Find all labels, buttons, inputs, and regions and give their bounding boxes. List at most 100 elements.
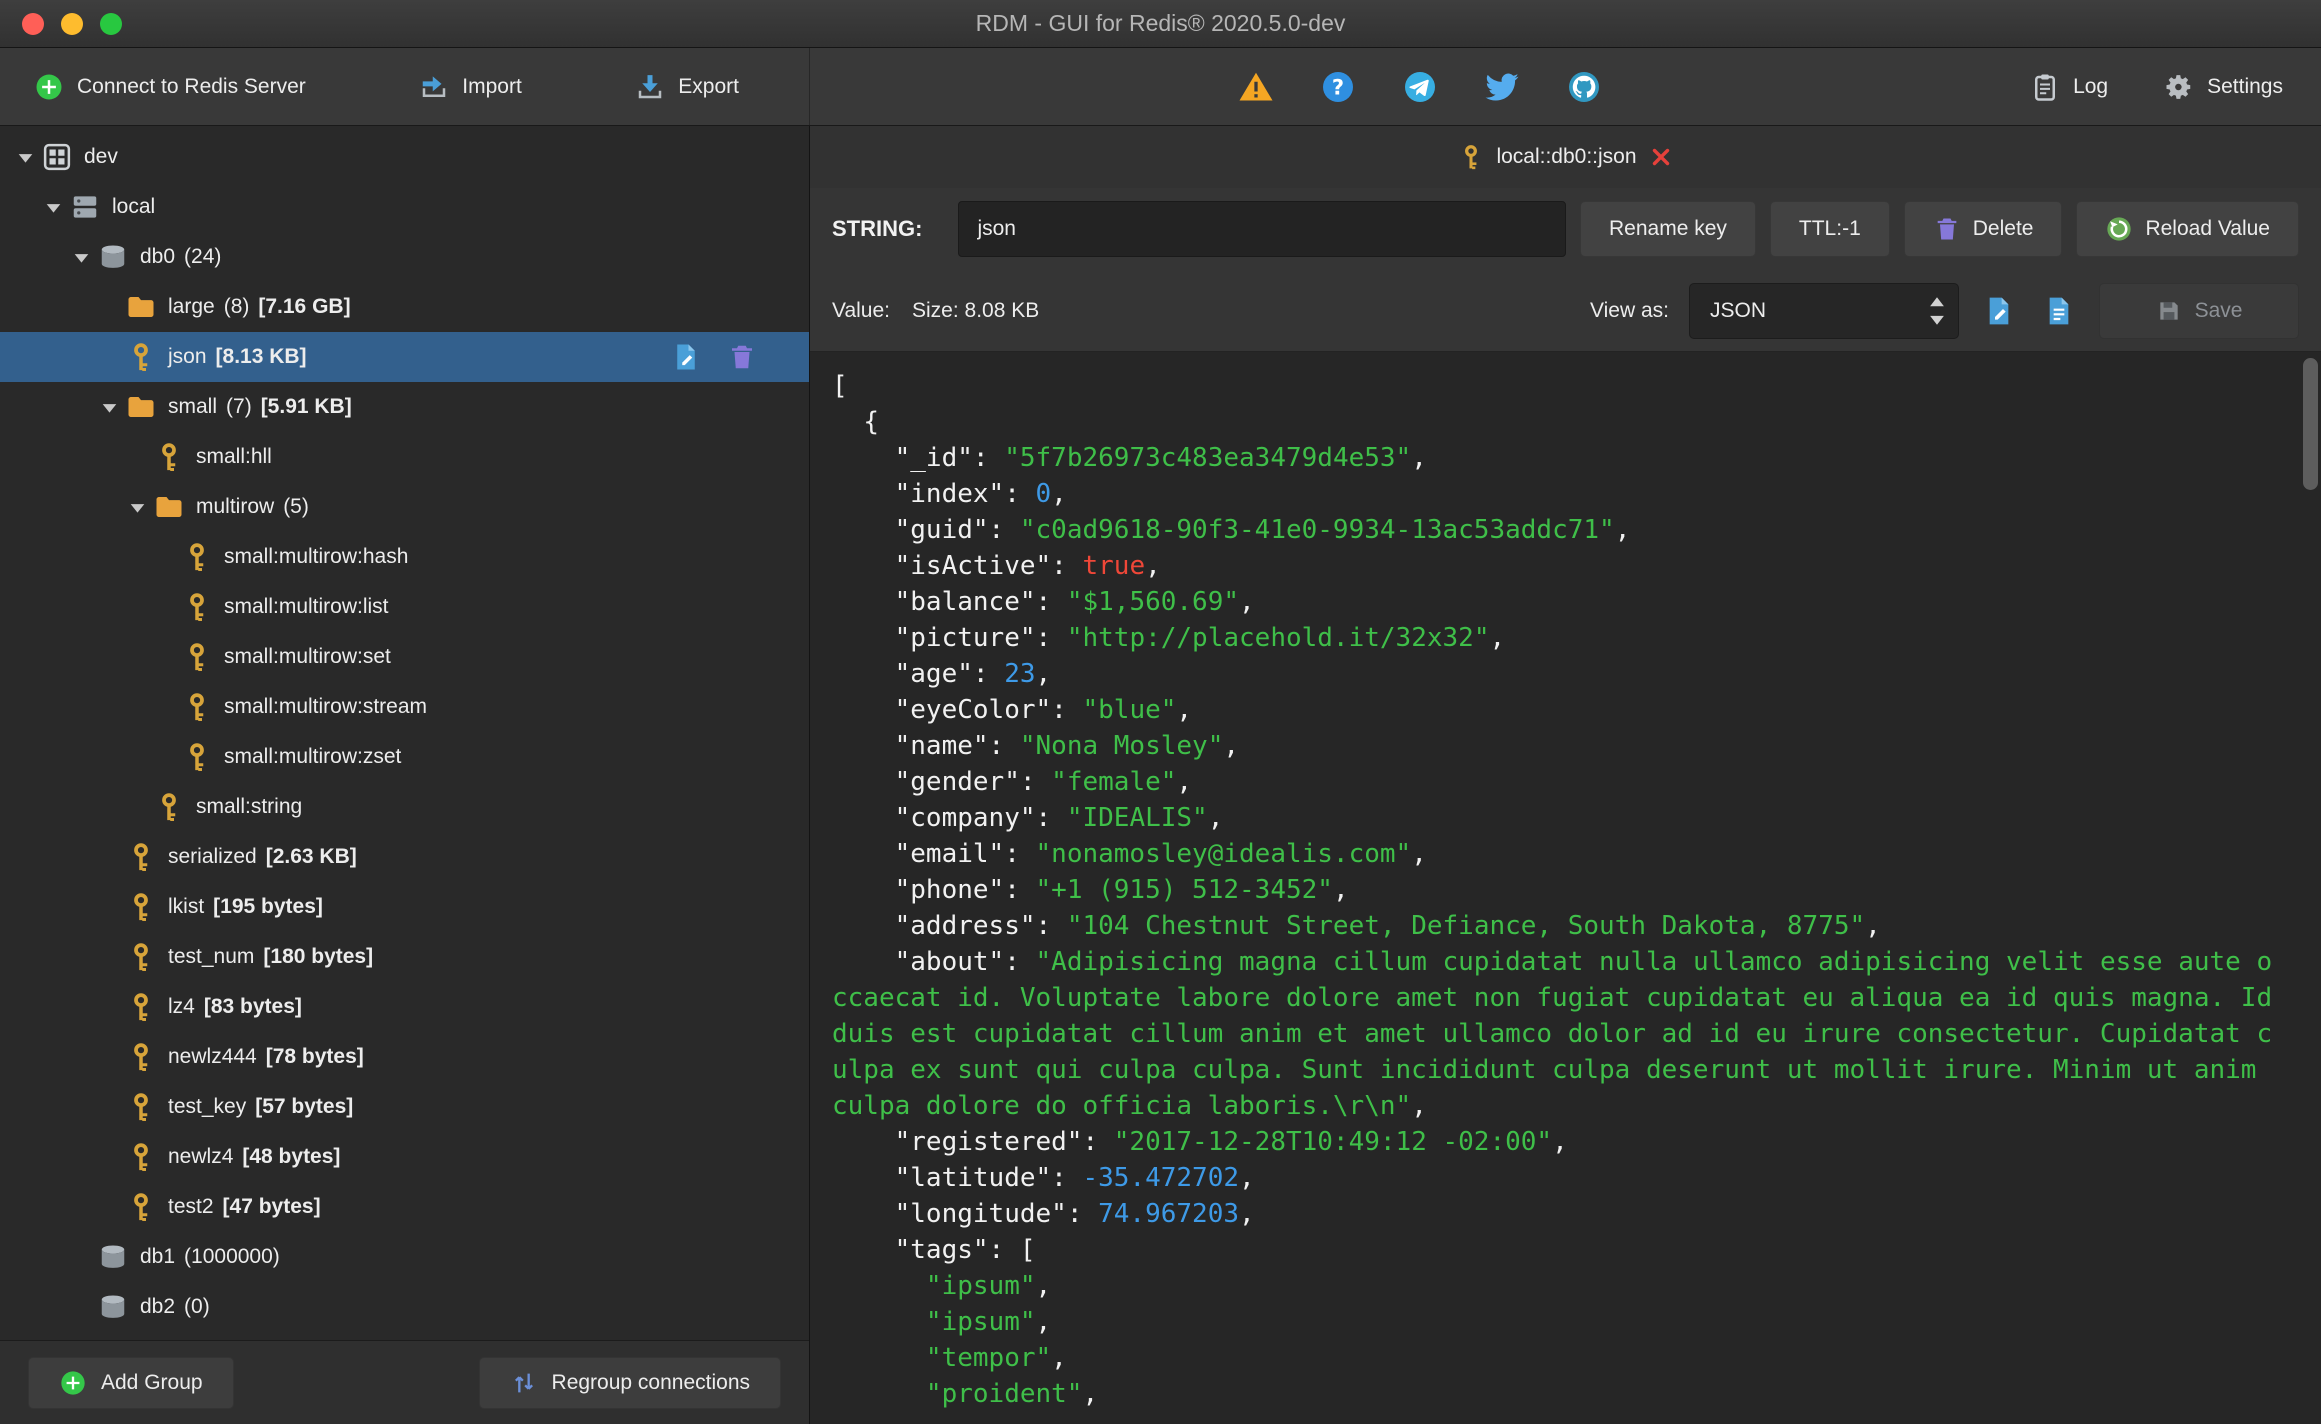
chevron-down-icon[interactable] — [122, 482, 152, 532]
key-icon — [124, 992, 158, 1022]
value-controls: View as: JSON Save — [1590, 282, 2299, 339]
regroup-connections-button[interactable]: Regroup connections — [478, 1356, 781, 1409]
close-tab-icon[interactable] — [1649, 145, 1673, 169]
reload-icon — [2105, 215, 2133, 243]
tree-item-label: large — [168, 295, 215, 318]
tree-item-size: [180 bytes] — [263, 945, 374, 968]
key-icon — [124, 842, 158, 872]
tree-item-newlz444[interactable]: newlz444 [78 bytes] — [0, 1032, 809, 1082]
export-button-label: Export — [678, 74, 739, 98]
settings-button[interactable]: Settings — [2164, 72, 2283, 102]
zoom-button[interactable] — [100, 12, 122, 35]
delete-key-icon[interactable] — [727, 342, 757, 372]
import-button[interactable]: Import — [419, 72, 522, 102]
value-size-label: Size: 8.08 KB — [912, 298, 1040, 322]
value-editor[interactable]: [ { "_id": "5f7b26973c483ea3479d4e53", "… — [810, 352, 2321, 1424]
tree-item-lkist[interactable]: lkist [195 bytes] — [0, 882, 809, 932]
connect-button[interactable]: Connect to Redis Server — [34, 72, 306, 102]
toolbar-status-icons: ? — [810, 69, 2030, 105]
close-button[interactable] — [22, 12, 44, 35]
traffic-lights — [22, 0, 122, 47]
scrollbar-thumb[interactable] — [2303, 358, 2318, 490]
export-button[interactable]: Export — [635, 72, 739, 102]
tree-item-newlz4[interactable]: newlz4 [48 bytes] — [0, 1132, 809, 1182]
tree-item-size: [47 bytes] — [222, 1195, 321, 1218]
tab-label: local::db0::json — [1496, 145, 1637, 168]
save-button[interactable]: Save — [2099, 282, 2299, 339]
ttl-button[interactable]: TTL:-1 — [1769, 201, 1890, 257]
tab-local-db0-json[interactable]: local::db0::json — [1458, 144, 1672, 170]
code-line: "index": 0, — [832, 479, 1067, 509]
main-panel: local::db0::json STRING: Rename key TTL:… — [810, 126, 2321, 1424]
edit-value-icon[interactable] — [671, 342, 701, 372]
open-value-editor-icon[interactable] — [1979, 291, 2019, 331]
tree-item-db1[interactable]: db1 (1000000) — [0, 1232, 809, 1282]
tree-item-json[interactable]: json [8.13 KB] — [0, 332, 809, 382]
tree-item-actions — [671, 342, 757, 372]
key-icon — [180, 592, 214, 622]
tree-item-test2[interactable]: test2 [47 bytes] — [0, 1182, 809, 1232]
tree-item-small-hll[interactable]: small:hll — [0, 432, 809, 482]
tree-item-small-multirow-stream[interactable]: small:multirow:stream — [0, 682, 809, 732]
rename-key-button[interactable]: Rename key — [1580, 201, 1756, 257]
tree-item-serialized[interactable]: serialized [2.63 KB] — [0, 832, 809, 882]
tree-item-size: [83 bytes] — [203, 995, 302, 1018]
toolbar-left: Connect to Redis Server Import Export — [0, 48, 810, 125]
tree-item-label: small:multirow:list — [224, 595, 389, 618]
tree-item-test-num[interactable]: test_num [180 bytes] — [0, 932, 809, 982]
connections-tree[interactable]: dev local db0 (24) large (8) [7.16 GB] json [8.1… — [0, 126, 809, 1340]
tree-item-large[interactable]: large (8) [7.16 GB] — [0, 282, 809, 332]
tree-item-label: db2 — [140, 1295, 176, 1318]
tree-item-count: (8) — [223, 295, 250, 318]
tree-item-small[interactable]: small (7) [5.91 KB] — [0, 382, 809, 432]
reload-value-button[interactable]: Reload Value — [2076, 201, 2299, 257]
connection-icon — [40, 142, 74, 172]
tree-item-test-key[interactable]: test_key [57 bytes] — [0, 1082, 809, 1132]
github-icon[interactable] — [1566, 69, 1602, 105]
tree-item-small-multirow-zset[interactable]: small:multirow:zset — [0, 732, 809, 782]
code-line: "guid": "c0ad9618-90f3-41e0-9934-13ac53a… — [832, 515, 1631, 545]
tree-item-label: json — [168, 345, 207, 368]
tree-item-size: [8.13 KB] — [215, 345, 307, 368]
key-name-input[interactable] — [958, 201, 1567, 257]
delete-key-button[interactable]: Delete — [1903, 201, 2063, 257]
help-icon[interactable]: ? — [1320, 69, 1356, 105]
add-group-button[interactable]: Add Group — [28, 1356, 234, 1409]
minimize-button[interactable] — [61, 12, 83, 35]
chevron-down-icon[interactable] — [10, 132, 40, 182]
key-icon — [124, 342, 158, 372]
tree-item-small-multirow-list[interactable]: small:multirow:list — [0, 582, 809, 632]
tree-item-lz4[interactable]: lz4 [83 bytes] — [0, 982, 809, 1032]
tree-item-label: small:multirow:hash — [224, 545, 409, 568]
database-icon — [96, 1292, 130, 1322]
key-type-label: STRING: — [832, 216, 923, 241]
view-as-select[interactable]: JSON — [1689, 282, 1959, 339]
tree-item-dev[interactable]: dev — [0, 132, 809, 182]
tree-item-multirow[interactable]: multirow (5) — [0, 482, 809, 532]
chevron-down-icon[interactable] — [94, 382, 124, 432]
tree-item-label: test_key — [168, 1095, 247, 1118]
sort-arrows-icon — [510, 1369, 538, 1397]
chevron-down-icon[interactable] — [38, 182, 68, 232]
warning-icon[interactable] — [1238, 69, 1274, 105]
tree-item-small-multirow-set[interactable]: small:multirow:set — [0, 632, 809, 682]
tree-item-label: newlz444 — [168, 1045, 257, 1068]
chevron-down-icon[interactable] — [66, 232, 96, 282]
view-document-icon[interactable] — [2039, 291, 2079, 331]
tree-item-label: small:hll — [196, 445, 272, 468]
tree-item-db2[interactable]: db2 (0) — [0, 1282, 809, 1332]
tree-item-local[interactable]: local — [0, 182, 809, 232]
telegram-icon[interactable] — [1402, 69, 1438, 105]
tree-item-label: small:multirow:zset — [224, 745, 402, 768]
tree-item-small-multirow-hash[interactable]: small:multirow:hash — [0, 532, 809, 582]
settings-button-label: Settings — [2207, 74, 2283, 98]
key-icon — [124, 1192, 158, 1222]
log-button[interactable]: Log — [2030, 72, 2108, 102]
tree-item-db0[interactable]: db0 (24) — [0, 232, 809, 282]
tree-item-label: test_num — [168, 945, 255, 968]
tree-item-small-string[interactable]: small:string — [0, 782, 809, 832]
twitter-icon[interactable] — [1484, 69, 1520, 105]
